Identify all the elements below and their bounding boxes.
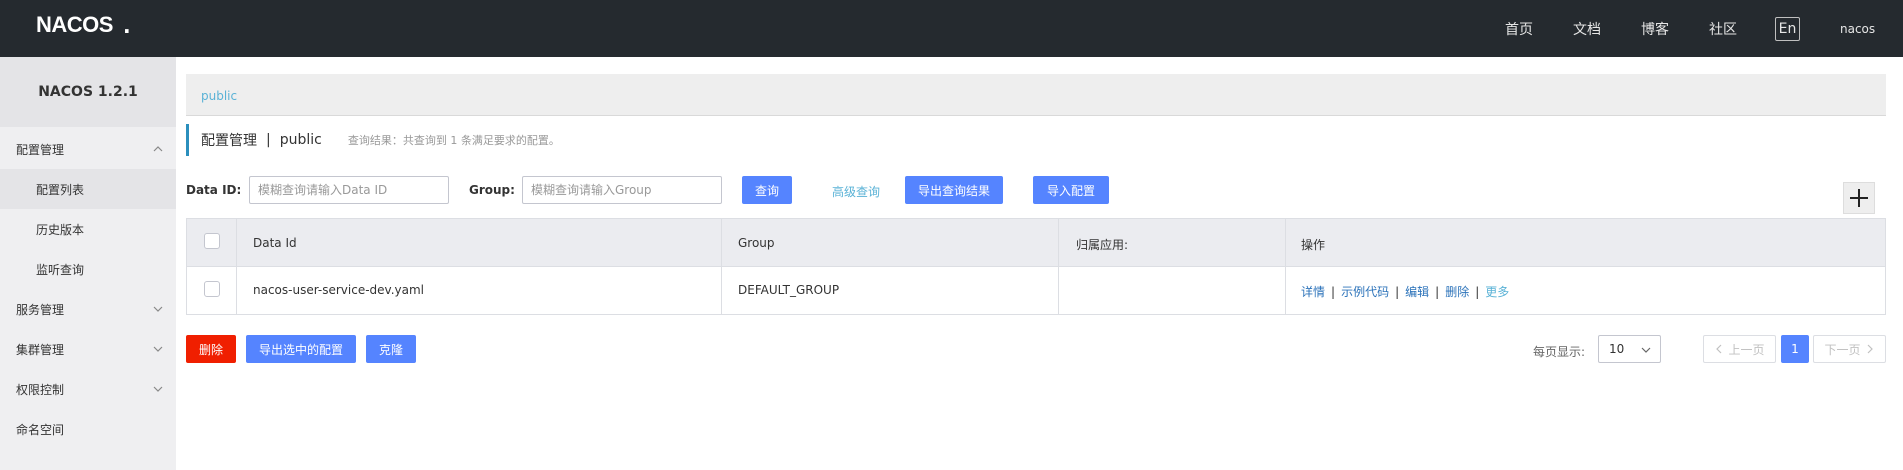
column-divider (1058, 219, 1059, 314)
query-button[interactable]: 查询 (742, 176, 792, 204)
sidebar-item-history[interactable]: 历史版本 (0, 209, 176, 249)
sample-code-link[interactable]: 示例代码 (1341, 283, 1389, 300)
language-switch[interactable]: En (1775, 0, 1800, 57)
page-button-current[interactable]: 1 (1781, 335, 1809, 363)
import-config-button[interactable]: 导入配置 (1033, 176, 1109, 204)
title-separator: | (266, 132, 271, 148)
more-link[interactable]: 更多 (1485, 283, 1509, 300)
cell-group: DEFAULT_GROUP (738, 283, 840, 297)
chevron-right-icon (1867, 344, 1873, 354)
nav-docs[interactable]: 文档 (1573, 0, 1601, 57)
column-header-actions: 操作 (1301, 238, 1326, 252)
sidebar-item-cluster-management[interactable]: 集群管理 (0, 329, 176, 369)
top-navbar: NACOS . 首页 文档 博客 社区 En nacos (0, 0, 1903, 57)
data-id-input[interactable] (249, 176, 449, 204)
table-header: Data Id Group 归属应用: 操作 (187, 219, 1885, 267)
page-header: 配置管理 | public 查询结果：共查询到 1 条满足要求的配置。 (186, 124, 560, 156)
chevron-down-icon (153, 306, 163, 312)
namespace-link-public[interactable]: public (201, 89, 237, 103)
sidebar-item-label: 历史版本 (36, 222, 85, 237)
divider: | (1435, 284, 1440, 299)
select-all-checkbox[interactable] (204, 233, 220, 249)
nav-community[interactable]: 社区 (1709, 0, 1737, 57)
user-menu[interactable]: nacos (1840, 0, 1875, 57)
detail-link[interactable]: 详情 (1301, 283, 1325, 300)
edit-link[interactable]: 编辑 (1405, 283, 1429, 300)
sidebar-item-label: 配置管理 (16, 142, 65, 157)
config-table: Data Id Group 归属应用: 操作 nacos-user-servic… (186, 218, 1886, 315)
sidebar-title: NACOS 1.2.1 (0, 57, 176, 127)
sidebar-item-label: 集群管理 (16, 342, 65, 357)
row-checkbox[interactable] (204, 281, 220, 297)
column-header-app: 归属应用: (1076, 238, 1129, 252)
chevron-down-icon (153, 386, 163, 392)
sidebar: NACOS 1.2.1 配置管理 配置列表 历史版本 监听查询 服务管理 集群管… (0, 57, 176, 470)
delete-link[interactable]: 删除 (1445, 283, 1469, 300)
bulk-delete-button[interactable]: 删除 (186, 335, 236, 363)
column-divider (236, 219, 237, 314)
per-page-value: 10 (1609, 342, 1625, 356)
divider: | (1331, 284, 1336, 299)
chevron-down-icon (153, 346, 163, 352)
sidebar-item-listener-query[interactable]: 监听查询 (0, 249, 176, 289)
sidebar-item-config-list[interactable]: 配置列表 (0, 169, 176, 209)
nav-blog[interactable]: 博客 (1641, 0, 1669, 57)
sidebar-item-service-management[interactable]: 服务管理 (0, 289, 176, 329)
column-header-data-id: Data Id (253, 236, 297, 250)
chevron-up-icon (153, 146, 163, 152)
next-page-label: 下一页 (1824, 342, 1861, 357)
chevron-down-icon (1641, 347, 1651, 353)
query-summary: 查询结果：共查询到 1 条满足要求的配置。 (347, 134, 560, 147)
sidebar-item-config-management[interactable]: 配置管理 (0, 129, 176, 169)
sidebar-item-namespace[interactable]: 命名空间 (0, 409, 176, 449)
page-title: 配置管理 (201, 133, 257, 149)
advanced-query-link[interactable]: 高级查询 (832, 183, 880, 200)
column-header-group: Group (738, 236, 775, 250)
prev-page-label: 上一页 (1728, 342, 1765, 357)
next-page-button[interactable]: 下一页 (1813, 335, 1886, 363)
page-namespace: public (279, 132, 322, 148)
sidebar-item-label: 命名空间 (16, 422, 65, 437)
sidebar-item-permission-control[interactable]: 权限控制 (0, 369, 176, 409)
export-selected-button[interactable]: 导出选中的配置 (246, 335, 356, 363)
language-button[interactable]: En (1775, 16, 1800, 41)
sidebar-item-label: 权限控制 (16, 382, 65, 397)
sidebar-item-label: 服务管理 (16, 302, 65, 317)
cell-data-id: nacos-user-service-dev.yaml (253, 283, 424, 297)
table-row: nacos-user-service-dev.yaml DEFAULT_GROU… (187, 267, 1885, 314)
column-divider (721, 219, 722, 314)
sidebar-item-label: 配置列表 (36, 182, 85, 197)
nacos-logo[interactable]: NACOS (36, 12, 113, 38)
nav-home[interactable]: 首页 (1505, 0, 1533, 57)
column-divider (1285, 219, 1286, 314)
row-actions: 详情 | 示例代码 | 编辑 | 删除 | 更多 (1301, 283, 1509, 300)
per-page-label: 每页显示: (1533, 345, 1586, 359)
group-label: Group: (469, 183, 515, 197)
namespace-bar: public (186, 74, 1886, 116)
group-input[interactable] (522, 176, 722, 204)
logo-dot: . (123, 14, 131, 38)
prev-page-button[interactable]: 上一页 (1703, 335, 1776, 363)
export-results-button[interactable]: 导出查询结果 (905, 176, 1003, 204)
clone-button[interactable]: 克隆 (366, 335, 416, 363)
plus-icon (1850, 189, 1868, 207)
chevron-left-icon (1716, 344, 1722, 354)
data-id-label: Data ID: (186, 183, 242, 197)
sidebar-item-label: 监听查询 (36, 262, 85, 277)
divider: | (1475, 284, 1480, 299)
add-config-button[interactable] (1843, 182, 1875, 214)
per-page-select[interactable]: 10 (1598, 335, 1661, 363)
username[interactable]: nacos (1840, 22, 1875, 36)
divider: | (1395, 284, 1400, 299)
